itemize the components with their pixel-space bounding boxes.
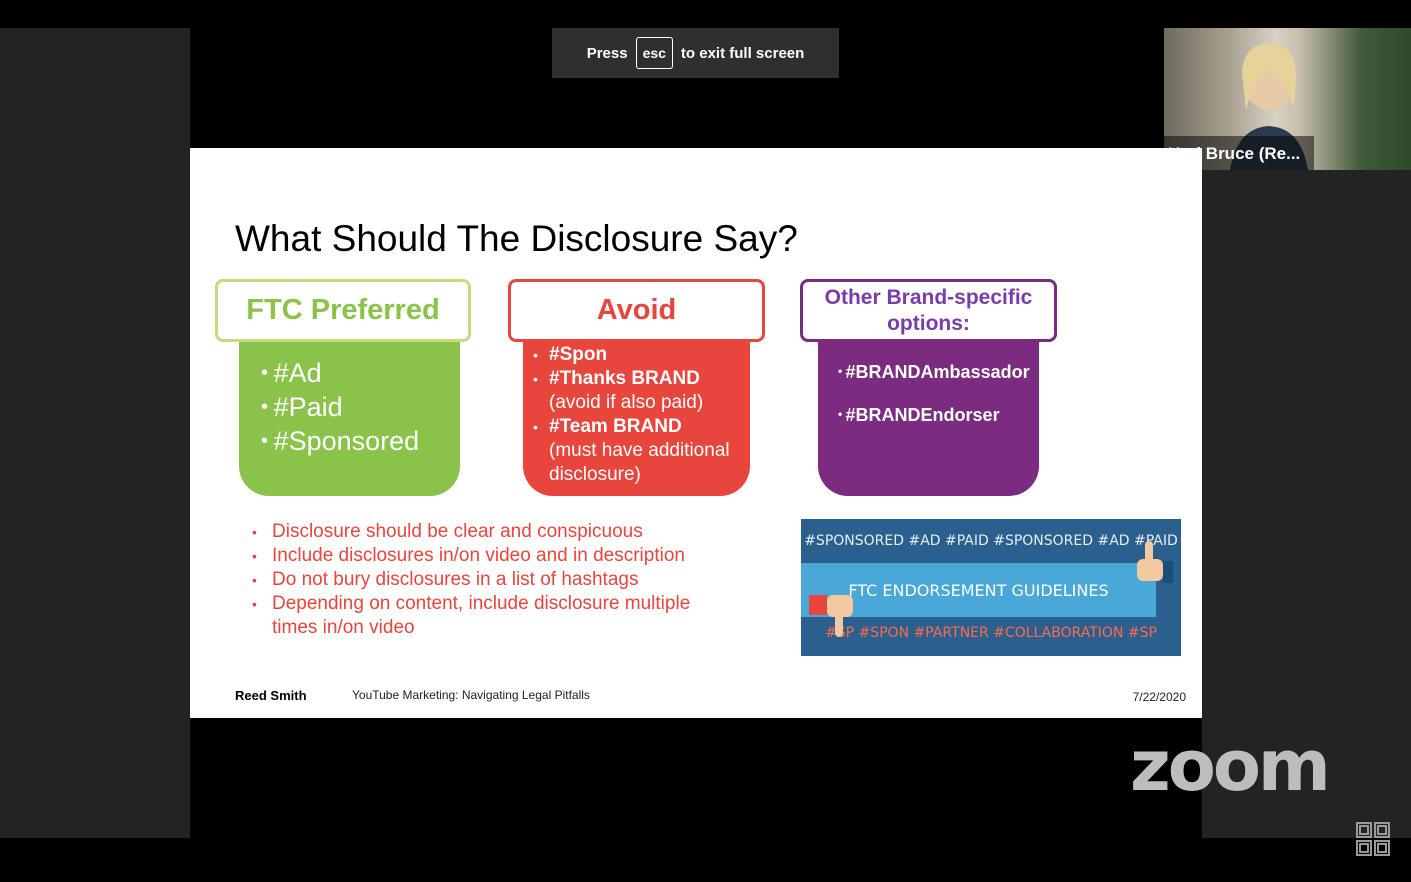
ftc-preferred-box: #Ad #Paid #Sponsored [239, 342, 460, 496]
list-item: #BRANDEndorser [838, 405, 1039, 426]
list-item: #Team BRAND(must have additional disclos… [533, 415, 750, 487]
graphic-top-tags: #SPONSORED #AD #PAID #SPONSORED #AD #PAI… [804, 533, 1178, 549]
ftc-preferred-header: FTC Preferred [215, 279, 471, 342]
other-options-box: #BRANDAmbassador #BRANDEndorser [818, 342, 1039, 496]
zoom-logo: zoom [1130, 725, 1331, 807]
other-options-header: Other Brand-specific options: [800, 279, 1057, 342]
exit-fullscreen-banner: Press esc to exit full screen [552, 28, 839, 78]
grid-layout-icon[interactable] [1356, 822, 1390, 856]
footer-title: YouTube Marketing: Navigating Legal Pitf… [352, 688, 590, 702]
slide-title: What Should The Disclosure Say? [235, 218, 798, 259]
list-item: #Thanks BRAND(avoid if also paid) [533, 367, 750, 415]
shared-slide: What Should The Disclosure Say? FTC Pref… [190, 148, 1202, 718]
thumbs-down-icon [809, 595, 853, 637]
list-item: Include disclosures in/on video and in d… [252, 544, 722, 568]
left-panel [0, 28, 190, 838]
list-item: #Paid [261, 390, 460, 424]
ftc-guidelines-graphic: #SPONSORED #AD #PAID #SPONSORED #AD #PAI… [801, 519, 1181, 656]
list-item: Do not bury disclosures in a list of has… [252, 568, 722, 592]
list-item: #Sponsored [261, 424, 460, 458]
list-item: Disclosure should be clear and conspicuo… [252, 520, 722, 544]
list-item: #BRANDAmbassador [838, 362, 1039, 383]
avoid-box: #Spon #Thanks BRAND(avoid if also paid) … [523, 342, 750, 496]
footer-date: 7/22/2020 [1132, 690, 1186, 704]
banner-press-text: Press [586, 44, 628, 62]
list-item: #Ad [261, 356, 460, 390]
footer-brand: Reed Smith [235, 688, 307, 703]
thumbs-up-icon [1137, 541, 1173, 583]
banner-suffix-text: to exit full screen [680, 44, 805, 62]
list-item: #Spon [533, 343, 750, 367]
esc-key: esc [635, 37, 673, 69]
disclosure-notes: Disclosure should be clear and conspicuo… [252, 520, 722, 640]
list-item: Depending on content, include disclosure… [252, 592, 722, 640]
avoid-header: Avoid [508, 279, 765, 342]
